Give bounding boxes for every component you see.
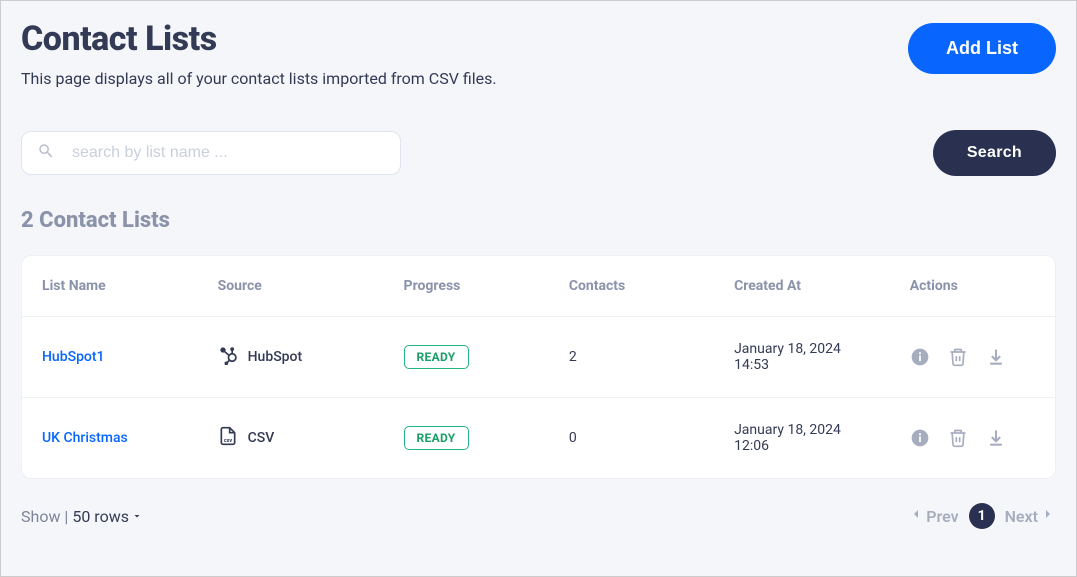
source-label: HubSpot [248,349,303,365]
contacts-count: 2 [549,317,714,398]
page-number-current[interactable]: 1 [969,503,995,529]
rows-per-page-select[interactable]: 50 rows [72,507,143,526]
download-icon[interactable] [986,347,1006,367]
list-name-link[interactable]: HubSpot1 [42,349,105,365]
hubspot-icon [218,345,238,369]
info-icon[interactable] [910,428,930,448]
column-header-created: Created At [714,256,890,317]
trash-icon[interactable] [948,347,968,367]
created-at: January 18, 2024 12:06 [714,398,890,479]
created-at: January 18, 2024 14:53 [714,317,890,398]
status-badge: READY [404,426,469,450]
prev-page-button[interactable]: Prev [908,506,958,526]
search-input[interactable] [21,131,401,175]
status-badge: READY [404,345,469,369]
search-icon [37,142,55,164]
column-header-contacts: Contacts [549,256,714,317]
info-icon[interactable] [910,347,930,367]
column-header-name: List Name [22,256,198,317]
table-row: UK Christmas csv CSV READY 0 January 18,… [22,398,1055,479]
column-header-actions: Actions [890,256,1055,317]
contacts-count: 0 [549,398,714,479]
contact-lists-table: List Name Source Progress Contacts Creat… [21,255,1056,479]
svg-text:csv: csv [223,438,232,444]
page-title: Contact Lists [21,19,497,59]
column-header-source: Source [198,256,384,317]
next-page-button[interactable]: Next [1005,506,1056,526]
chevron-down-icon [131,507,143,526]
trash-icon[interactable] [948,428,968,448]
table-row: HubSpot1 HubSpot READY 2 January 18, 202… [22,317,1055,398]
chevron-left-icon [908,506,924,526]
column-header-progress: Progress [384,256,549,317]
csv-file-icon: csv [218,425,238,451]
show-label: Show | [21,507,68,526]
download-icon[interactable] [986,428,1006,448]
list-name-link[interactable]: UK Christmas [42,430,128,446]
source-label: CSV [248,430,275,446]
chevron-right-icon [1040,506,1056,526]
list-count-title: 2 Contact Lists [21,208,1056,233]
search-button[interactable]: Search [933,130,1056,176]
page-subtitle: This page displays all of your contact l… [21,69,497,88]
add-list-button[interactable]: Add List [908,23,1056,74]
